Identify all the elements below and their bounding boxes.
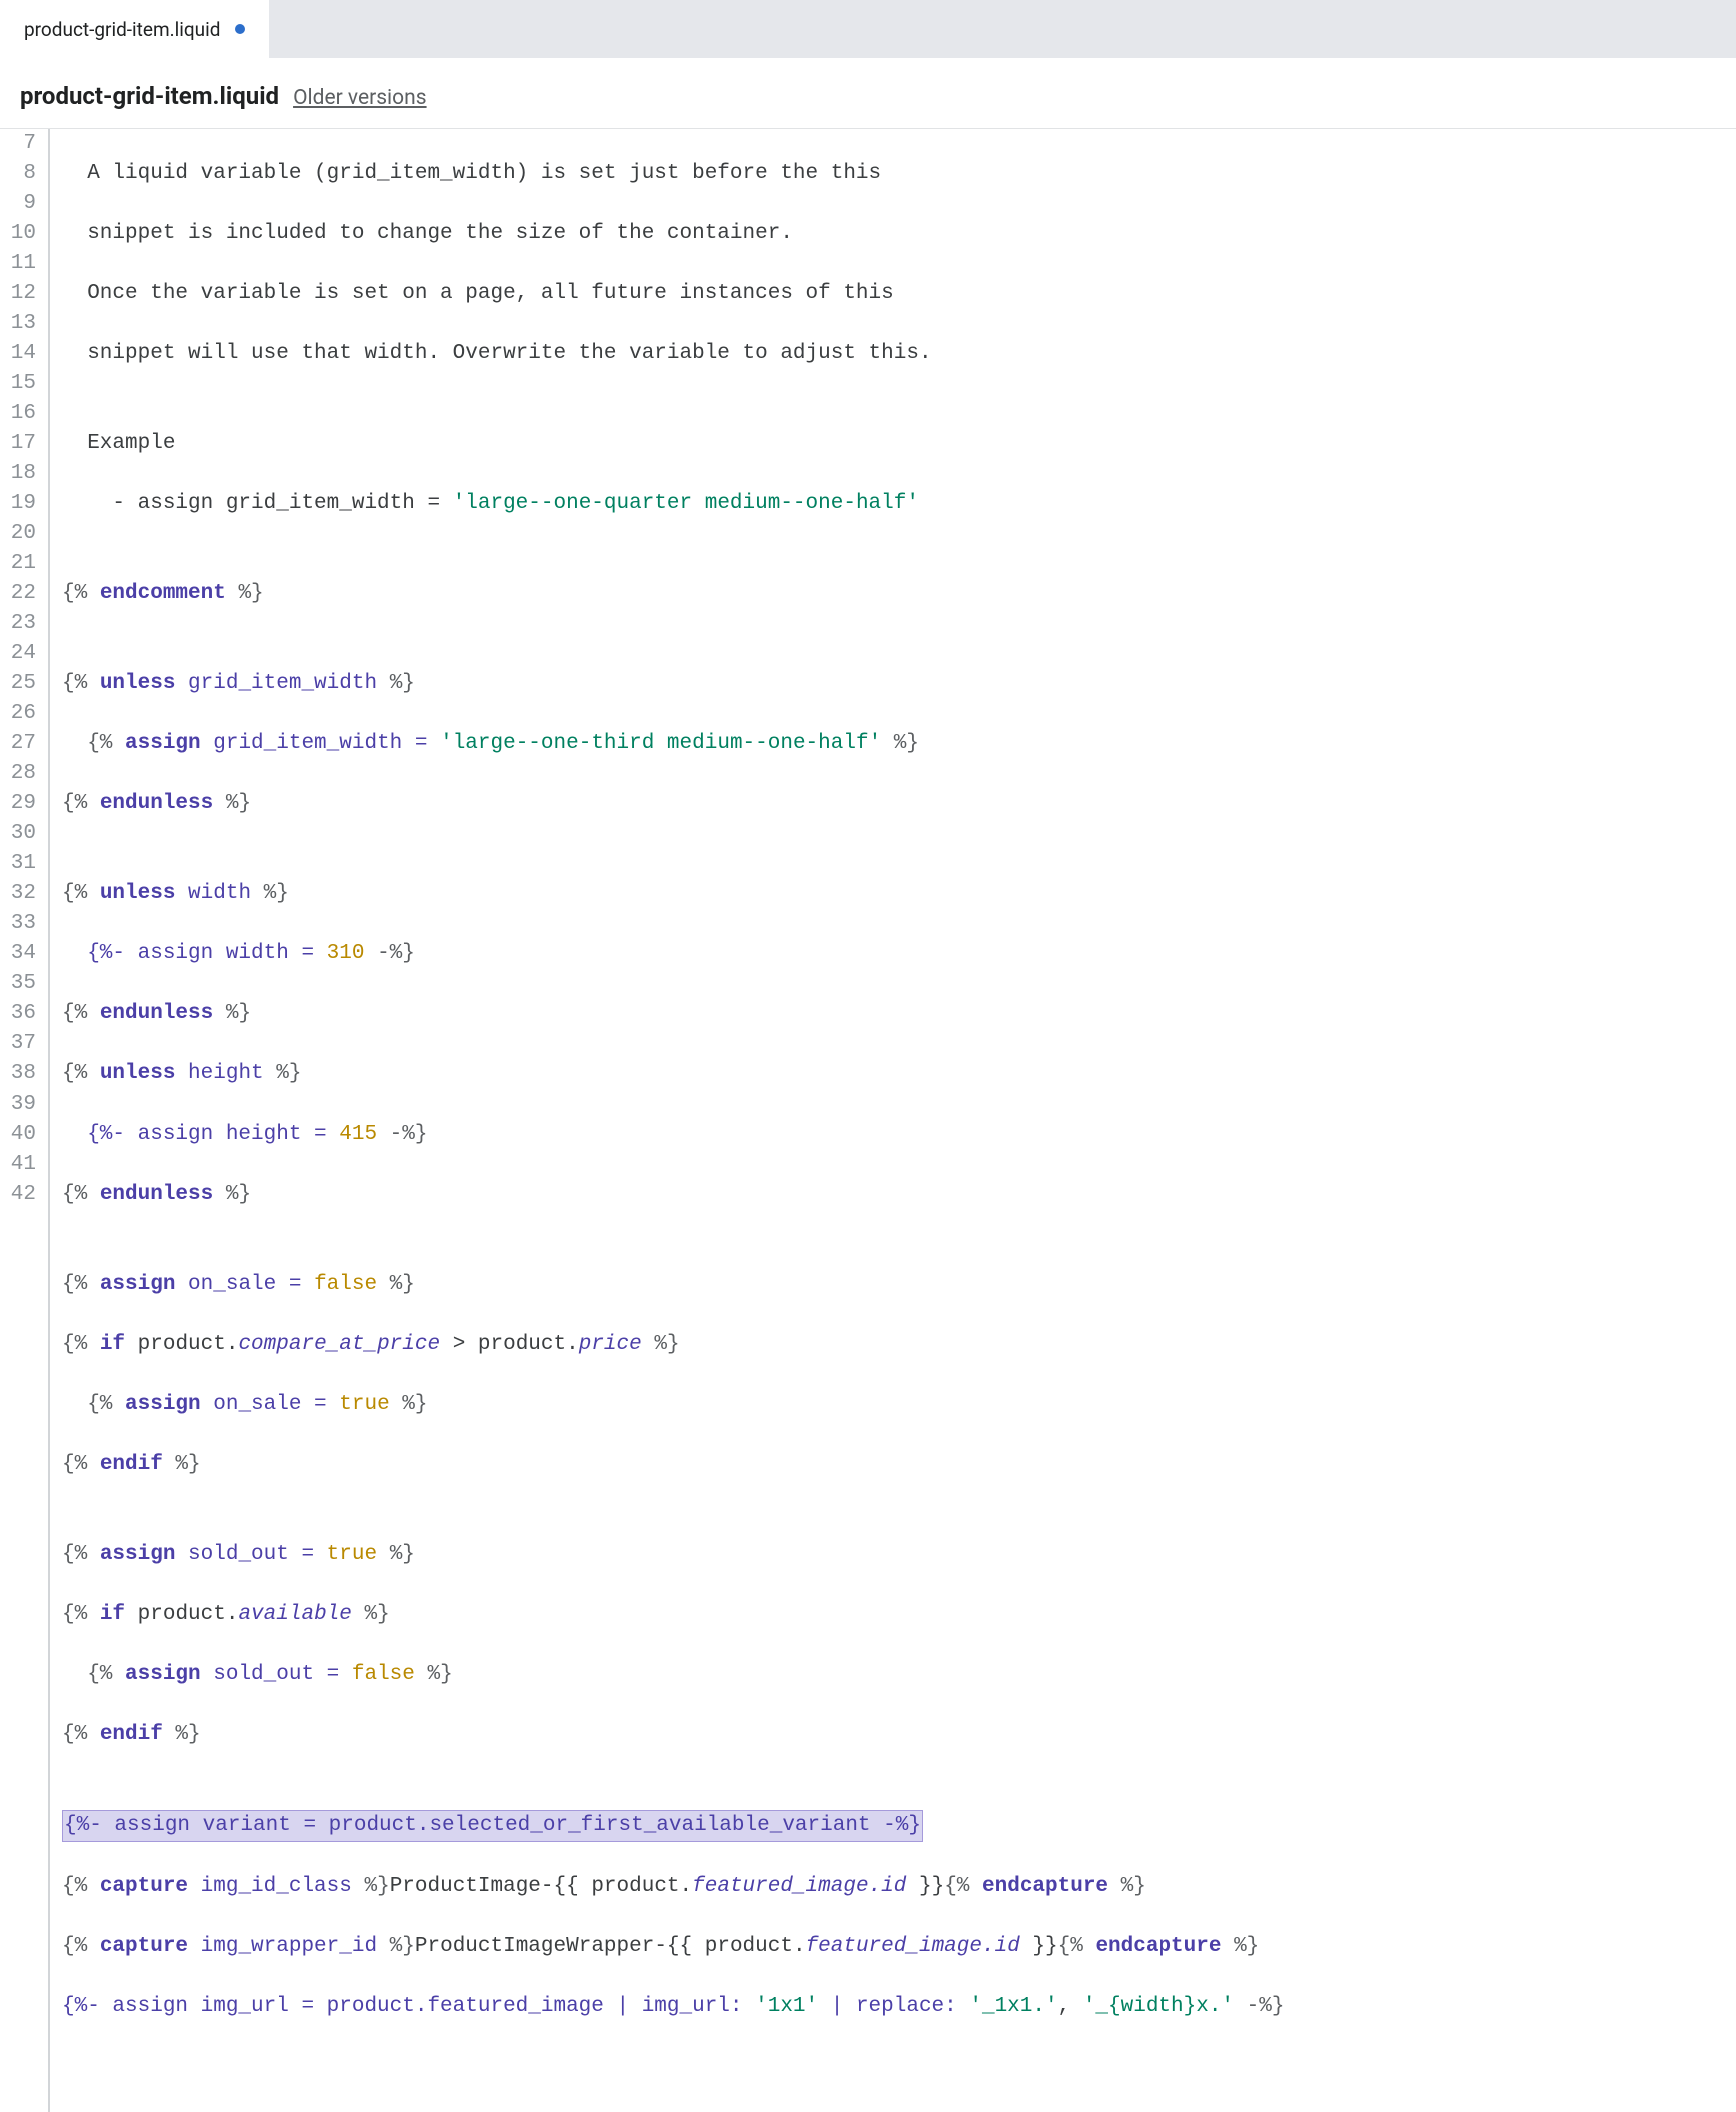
code-line: Example [62, 429, 1284, 459]
line-number: 21 [0, 549, 38, 579]
line-number: 40 [0, 1120, 38, 1150]
line-number: 26 [0, 699, 38, 729]
line-number: 9 [0, 189, 38, 219]
code-content[interactable]: A liquid variable (grid_item_width) is s… [50, 129, 1284, 2112]
line-number: 29 [0, 789, 38, 819]
code-line: snippet is included to change the size o… [62, 219, 1284, 249]
code-line: {% assign on_sale = true %} [62, 1390, 1284, 1420]
line-number: 14 [0, 339, 38, 369]
line-number: 34 [0, 939, 38, 969]
code-line: {% endunless %} [62, 789, 1284, 819]
tab-file[interactable]: product-grid-item.liquid [0, 0, 269, 58]
line-number: 33 [0, 909, 38, 939]
line-number: 18 [0, 459, 38, 489]
line-number-gutter: 7891011121314151617181920212223242526272… [0, 129, 50, 2112]
code-line: Once the variable is set on a page, all … [62, 279, 1284, 309]
line-number: 37 [0, 1029, 38, 1059]
line-number: 42 [0, 1180, 38, 1210]
code-line: {% unless grid_item_width %} [62, 669, 1284, 699]
line-number: 15 [0, 369, 38, 399]
line-number: 39 [0, 1090, 38, 1120]
code-line: {%- assign height = 415 -%} [62, 1120, 1284, 1150]
tab-bar: product-grid-item.liquid [0, 0, 1736, 58]
line-number: 13 [0, 309, 38, 339]
line-number: 32 [0, 879, 38, 909]
code-line: {% endunless %} [62, 1180, 1284, 1210]
code-line: {% unless width %} [62, 879, 1284, 909]
tab-label: product-grid-item.liquid [24, 18, 221, 41]
line-number: 16 [0, 399, 38, 429]
code-line: {% if product.available %} [62, 1600, 1284, 1630]
line-number: 20 [0, 519, 38, 549]
modified-dot-icon [235, 24, 245, 34]
older-versions-link[interactable]: Older versions [293, 86, 427, 110]
selected-text: {%- assign variant = product.selected_or… [62, 1810, 923, 1842]
code-line: A liquid variable (grid_item_width) is s… [62, 159, 1284, 189]
page-title: product-grid-item.liquid [20, 82, 279, 110]
code-line: {% endif %} [62, 1720, 1284, 1750]
code-line: - assign grid_item_width = 'large--one-q… [62, 489, 1284, 519]
code-line: {% capture img_id_class %}ProductImage-{… [62, 1872, 1284, 1902]
code-line: {% endunless %} [62, 999, 1284, 1029]
line-number: 36 [0, 999, 38, 1029]
code-line: {% endcomment %} [62, 579, 1284, 609]
line-number: 41 [0, 1150, 38, 1180]
code-line-highlighted: {%- assign variant = product.selected_or… [62, 1810, 1284, 1842]
code-line: {% unless height %} [62, 1059, 1284, 1089]
code-line: {%- assign img_url = product.featured_im… [62, 1992, 1284, 2022]
code-line: {% assign on_sale = false %} [62, 1270, 1284, 1300]
code-line: {%- assign width = 310 -%} [62, 939, 1284, 969]
line-number: 38 [0, 1059, 38, 1089]
line-number: 17 [0, 429, 38, 459]
line-number: 19 [0, 489, 38, 519]
line-number: 30 [0, 819, 38, 849]
code-line: snippet will use that width. Overwrite t… [62, 339, 1284, 369]
line-number: 31 [0, 849, 38, 879]
line-number: 35 [0, 969, 38, 999]
line-number: 27 [0, 729, 38, 759]
code-line: {% if product.compare_at_price > product… [62, 1330, 1284, 1360]
code-editor[interactable]: 7891011121314151617181920212223242526272… [0, 128, 1736, 2112]
line-number: 28 [0, 759, 38, 789]
line-number: 10 [0, 219, 38, 249]
code-line: {% endif %} [62, 1450, 1284, 1480]
line-number: 24 [0, 639, 38, 669]
line-number: 23 [0, 609, 38, 639]
code-line: {% assign sold_out = true %} [62, 1540, 1284, 1570]
line-number: 11 [0, 249, 38, 279]
code-line: {% capture img_wrapper_id %}ProductImage… [62, 1932, 1284, 1962]
code-line: {% assign sold_out = false %} [62, 1660, 1284, 1690]
line-number: 25 [0, 669, 38, 699]
line-number: 7 [0, 129, 38, 159]
line-number: 22 [0, 579, 38, 609]
line-number: 12 [0, 279, 38, 309]
line-number: 8 [0, 159, 38, 189]
file-header: product-grid-item.liquid Older versions [0, 58, 1736, 128]
code-line: {% assign grid_item_width = 'large--one-… [62, 729, 1284, 759]
